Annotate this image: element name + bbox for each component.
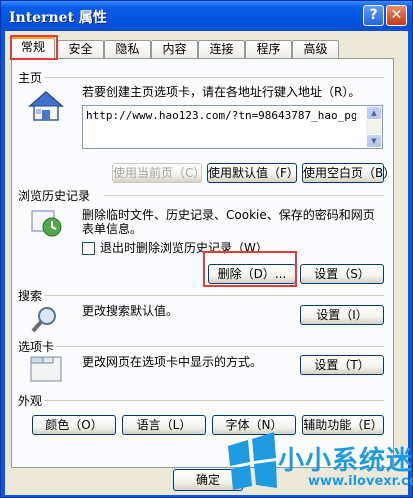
languages-button[interactable]: 语言（L） [122,415,206,435]
windows-logo-icon [228,432,277,490]
tab-panel-general: 主页 若要创建主页选项卡，请在各地址行键入地址（R）。 ▲ ▼ 使用当前页（C）… [11,58,395,468]
tab-general[interactable]: 常规 [11,37,55,60]
dialog-window: Internet 属性 ? ✕ 常规 安全 隐私 内容 连接 程序 高级 主页 … [0,0,413,498]
search-description: 更改搜索默认值。 [82,304,179,318]
home-description: 若要创建主页选项卡，请在各地址行键入地址（R）。 [82,85,361,99]
delete-history-button[interactable]: 删除（D）... [208,264,296,284]
search-settings-button[interactable]: 设置（I） [300,305,384,325]
dialog-client: 常规 安全 隐私 内容 连接 程序 高级 主页 若要创建主页选项卡，请在各地址行… [5,31,408,495]
tabs-icon [30,356,62,382]
tab-privacy[interactable]: 隐私 [104,40,151,59]
section-divider [44,295,384,296]
tabs-settings-button[interactable]: 设置（T） [300,355,384,375]
appearance-section-label: 外观 [18,394,43,408]
colors-button[interactable]: 颜色（O） [32,415,116,435]
watermark-brand: 小小系统迷 [278,446,413,476]
delete-on-exit-label[interactable]: 退出时删除浏览历史记录（W） [100,240,268,256]
watermark: 小小系统迷 www.ilovexr.com [220,428,413,498]
close-button[interactable]: ✕ [386,5,407,26]
home-section-label: 主页 [18,71,43,85]
use-current-button[interactable]: 使用当前页（C） [112,163,205,183]
scroll-down-icon[interactable]: ▼ [366,134,382,148]
title-bar[interactable]: Internet 属性 ? ✕ [1,1,412,31]
scroll-up-icon[interactable]: ▲ [366,106,382,120]
history-settings-button[interactable]: 设置（S） [300,264,384,284]
magnifier-icon [31,307,56,333]
section-divider [44,77,384,78]
watermark-url: www.ilovexr.com [308,474,413,489]
house-icon [28,91,64,121]
use-default-button[interactable]: 使用默认值（F） [207,163,299,183]
history-section-label: 浏览历史记录 [18,189,91,203]
section-divider [104,195,384,196]
window-title: Internet 属性 [9,10,107,26]
home-url-box[interactable]: ▲ ▼ [82,105,383,149]
search-section-label: 搜索 [18,289,43,303]
home-url-input[interactable] [86,109,356,122]
history-icon [31,210,62,237]
tab-security[interactable]: 安全 [57,40,104,59]
tab-programs[interactable]: 程序 [245,40,292,59]
use-blank-button[interactable]: 使用空白页（B） [302,163,395,183]
tab-connections[interactable]: 连接 [198,40,245,59]
help-button[interactable]: ? [363,5,384,26]
section-divider [44,400,384,401]
tab-advanced[interactable]: 高级 [292,40,339,59]
section-divider [56,346,384,347]
tab-content[interactable]: 内容 [151,40,198,59]
url-scrollbar[interactable]: ▲ ▼ [366,106,382,148]
history-description-2: 表单信息。 [82,222,143,236]
tabs-description: 更改网页在选项卡中显示的方式。 [82,355,263,369]
delete-on-exit-checkbox[interactable] [82,242,95,255]
